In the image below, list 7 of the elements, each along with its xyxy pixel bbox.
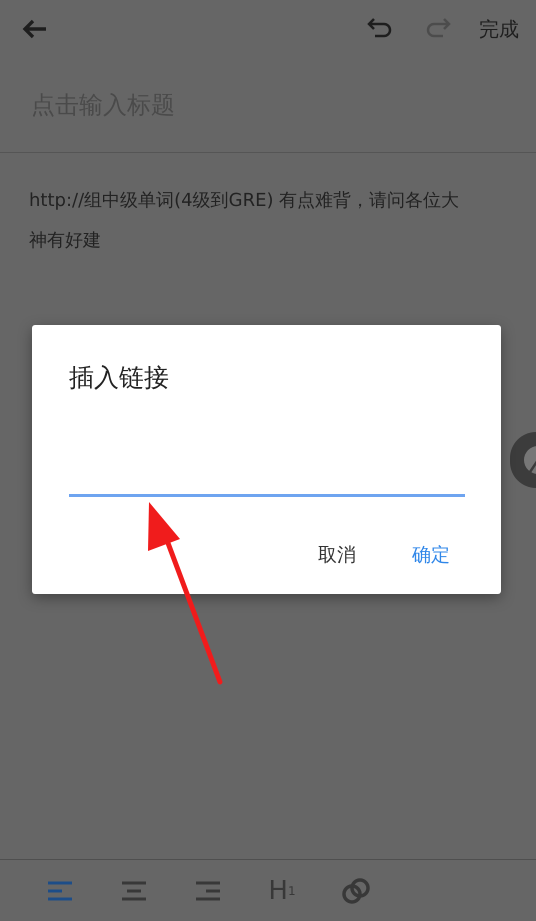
body-text: http://组中级单词(4级到GRE) 有点难背，请问各位大神有好建 — [28, 189, 460, 253]
shutter-icon — [524, 446, 536, 474]
done-button[interactable]: 完成 — [479, 16, 519, 42]
dialog-title: 插入链接 — [69, 362, 170, 394]
camera-button[interactable] — [510, 432, 536, 488]
confirm-button[interactable]: 确定 — [412, 542, 450, 568]
cancel-button[interactable]: 取消 — [318, 542, 356, 568]
